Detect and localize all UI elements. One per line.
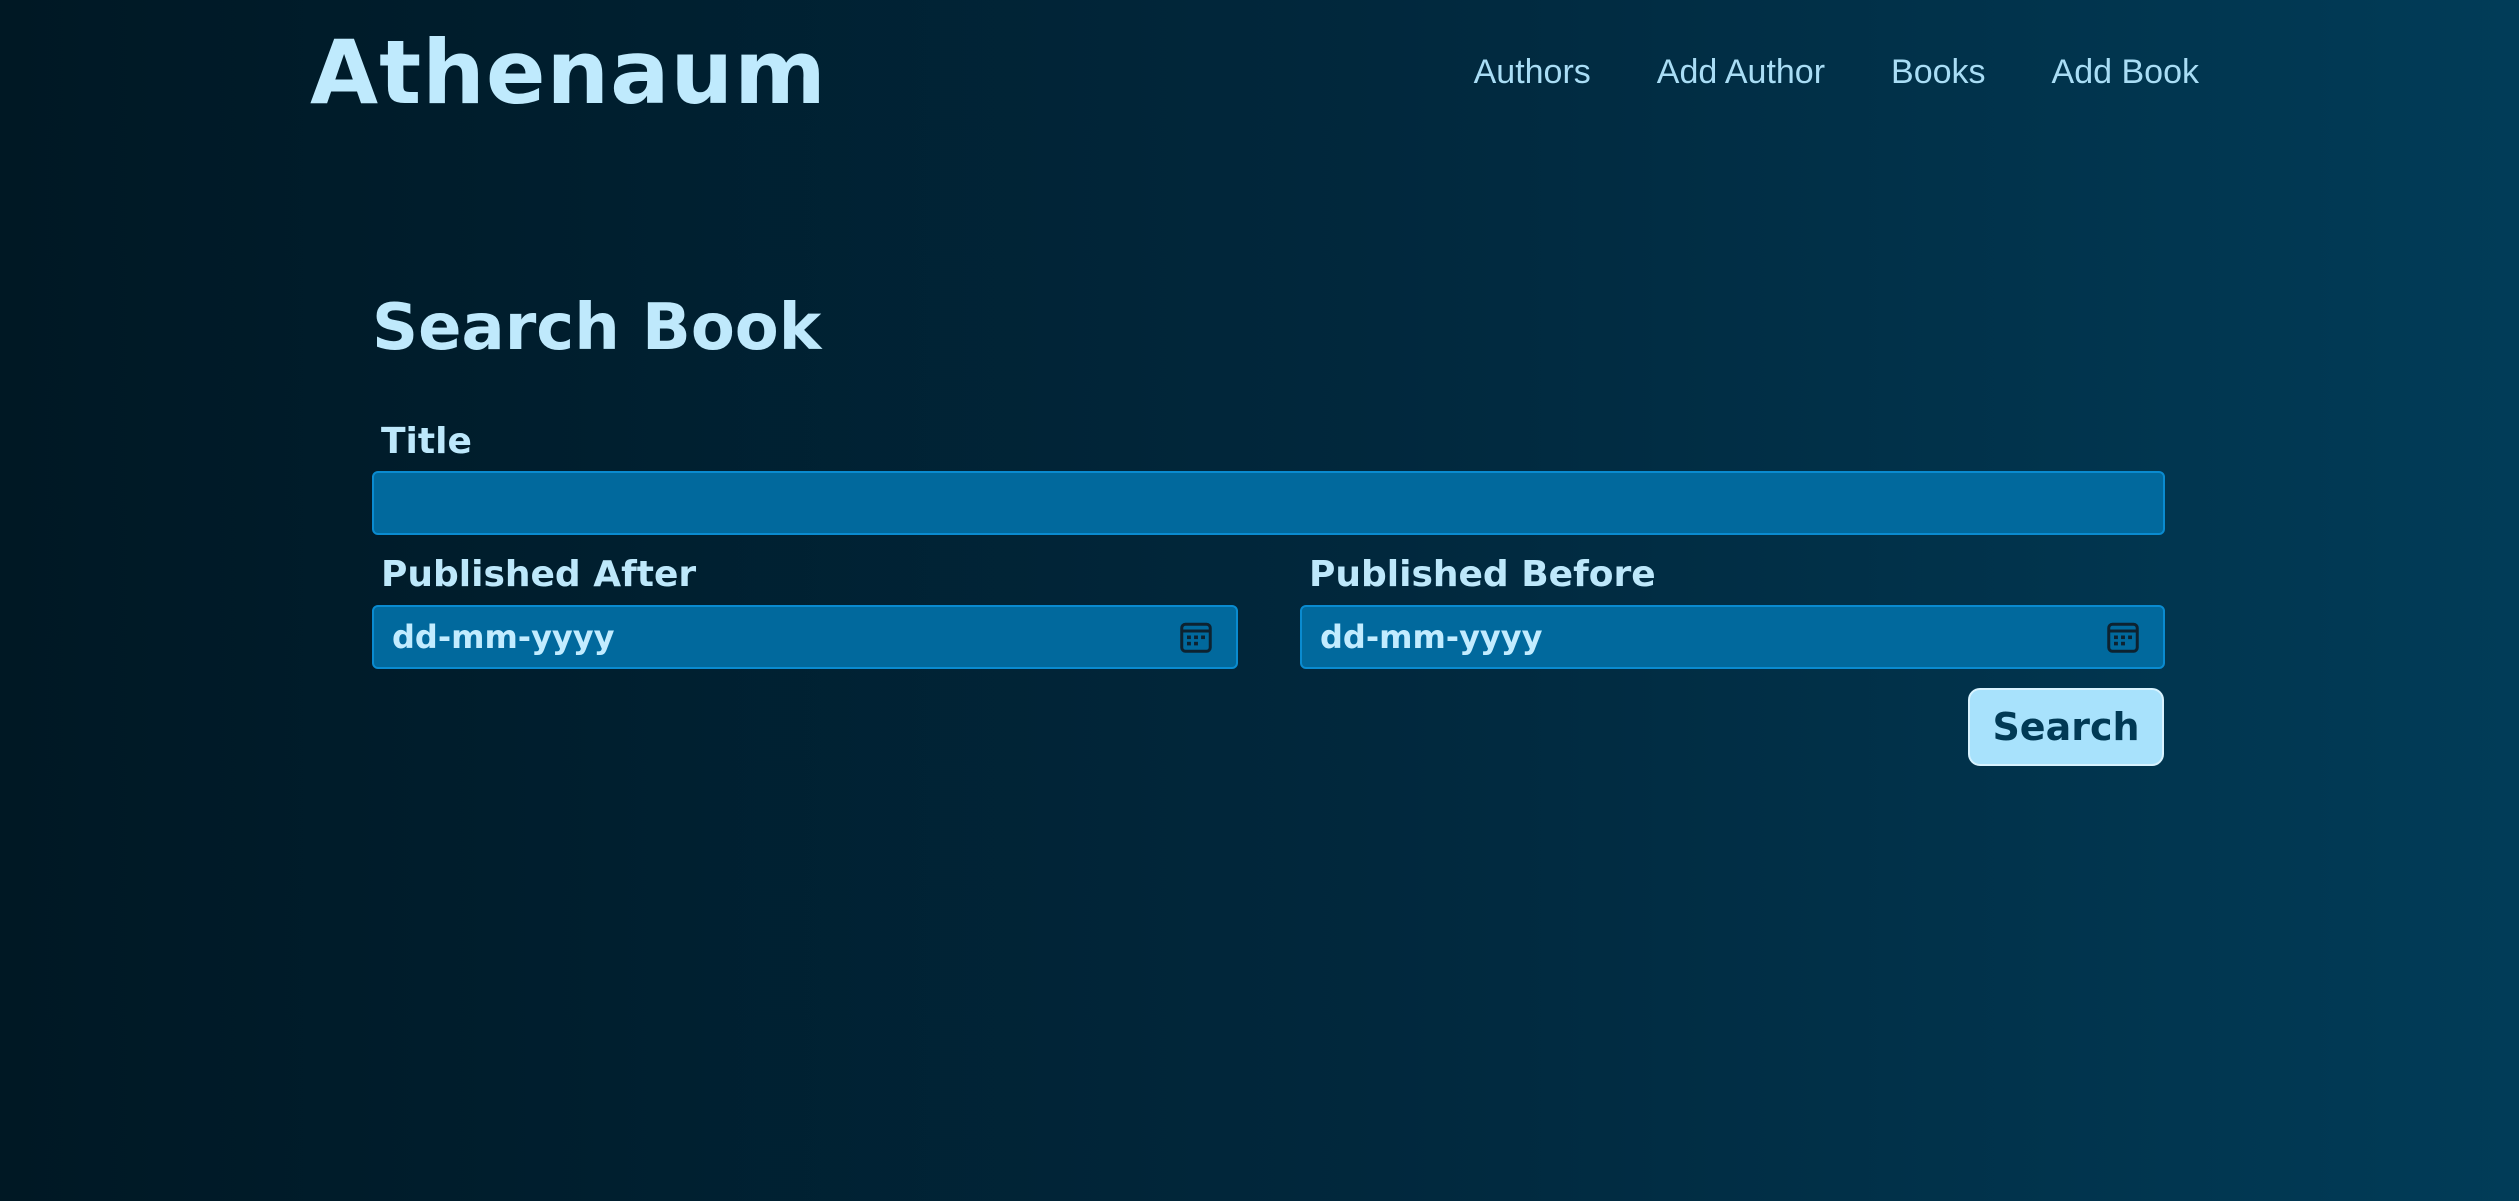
nav-books[interactable]: Books bbox=[1891, 44, 1986, 100]
published-before-label: Published Before bbox=[1309, 554, 1656, 595]
published-after-placeholder: dd-mm-yyyy bbox=[392, 618, 615, 656]
nav-authors[interactable]: Authors bbox=[1474, 44, 1591, 100]
title-input[interactable] bbox=[374, 473, 2163, 533]
page-title: Search Book bbox=[372, 291, 822, 365]
published-after-input[interactable]: dd-mm-yyyy bbox=[372, 605, 1238, 669]
brand-logo[interactable]: Athenaum bbox=[310, 18, 827, 128]
calendar-icon[interactable] bbox=[1178, 619, 1214, 655]
top-nav: Authors Add Author Books Add Book bbox=[1474, 44, 2199, 100]
search-button[interactable]: Search bbox=[1968, 688, 2164, 766]
published-after-label: Published After bbox=[381, 554, 697, 595]
published-before-placeholder: dd-mm-yyyy bbox=[1320, 618, 1543, 656]
nav-add-book[interactable]: Add Book bbox=[2052, 44, 2199, 100]
published-before-input[interactable]: dd-mm-yyyy bbox=[1300, 605, 2165, 669]
title-field-wrapper bbox=[372, 471, 2165, 535]
calendar-icon[interactable] bbox=[2105, 619, 2141, 655]
nav-add-author[interactable]: Add Author bbox=[1657, 44, 1825, 100]
title-label: Title bbox=[381, 421, 472, 462]
